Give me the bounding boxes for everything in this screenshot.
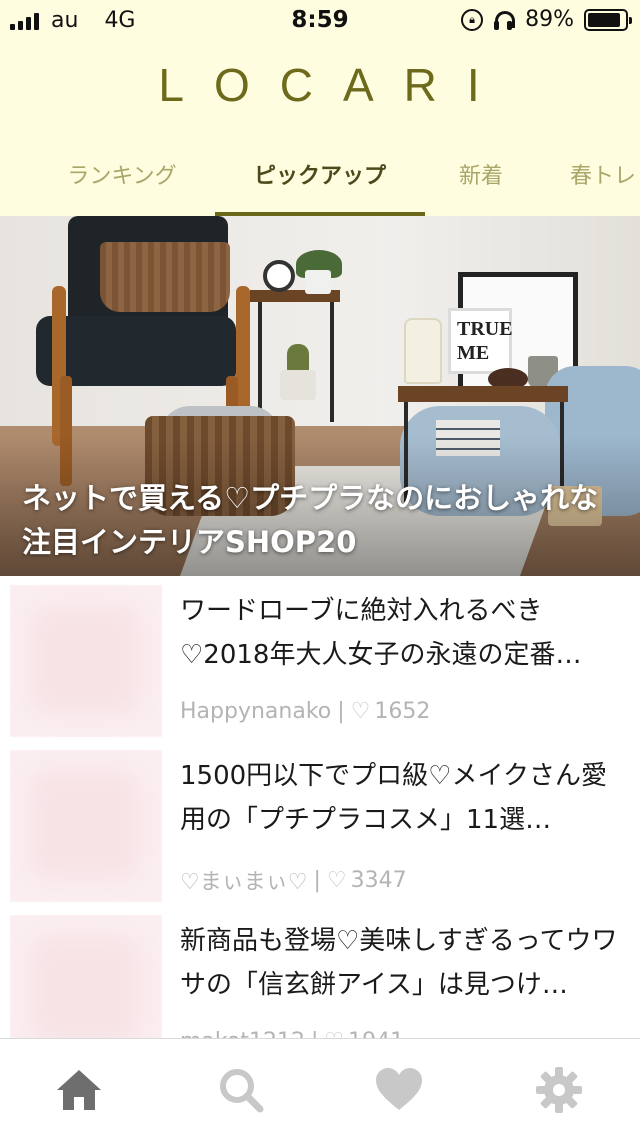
search-tab-button[interactable] <box>216 1065 266 1115</box>
settings-tab-button[interactable] <box>534 1065 584 1115</box>
article-thumbnail <box>10 585 162 737</box>
featured-article[interactable]: TRUE ME ネットで買える♡プチプラなのにおしゃれな注目インテリアSHOP2… <box>0 216 640 576</box>
app-header: au 4G 8:59 🔒︎ 89% LOCARI ランキング ピックアップ 新着… <box>0 0 640 216</box>
like-heart-icon: ♡ <box>326 867 347 893</box>
like-heart-icon: ♡ <box>350 699 371 724</box>
article-author: ♡まぃまぃ♡ <box>180 870 308 895</box>
article-like-count: 1652 <box>374 699 431 724</box>
tab-pickup[interactable]: ピックアップ <box>215 152 425 216</box>
article-thumbnail <box>10 750 162 902</box>
article-title: 1500円以下でプロ級♡メイクさん愛用の「プチプラコスメ」11選… <box>180 761 607 835</box>
home-icon <box>57 1070 101 1110</box>
favorites-tab-button[interactable] <box>374 1065 424 1115</box>
app-logo: LOCARI <box>158 59 510 111</box>
battery-percent: 89% <box>525 7 574 32</box>
gear-icon <box>536 1067 582 1113</box>
article-meta: Happynanako | ♡ 1652 <box>180 699 430 724</box>
status-bar: au 4G 8:59 🔒︎ 89% <box>0 0 640 40</box>
search-icon <box>220 1069 264 1113</box>
rotation-lock-icon: 🔒︎ <box>461 8 484 31</box>
article-author: Happynanako <box>180 699 332 724</box>
tab-spring-trend[interactable]: 春トレ <box>570 152 640 216</box>
article-title: 新商品も登場♡美味しすぎるってウワサの「信玄餅アイス」は見つけ… <box>180 926 618 1000</box>
article-meta: ♡まぃまぃ♡ | ♡ 3347 <box>180 864 407 896</box>
bottom-tab-bar <box>0 1038 640 1136</box>
article-like-count: 3347 <box>350 867 407 893</box>
frame-print: TRUE ME <box>448 308 513 374</box>
home-tab-button[interactable] <box>54 1065 104 1115</box>
headphones-icon <box>493 10 516 30</box>
article-list-item[interactable]: ワードローブに絶対入れるべき♡2018年大人女子の永遠の定番… Happynan… <box>0 577 640 742</box>
article-title: ワードローブに絶対入れるべき♡2018年大人女子の永遠の定番… <box>180 596 582 670</box>
tab-new[interactable]: 新着 <box>455 152 507 216</box>
featured-article-title: ネットで買える♡プチプラなのにおしゃれな注目インテリアSHOP20 <box>22 481 599 559</box>
category-tabs: ランキング ピックアップ 新着 春トレ <box>0 152 640 216</box>
battery-icon <box>584 8 632 31</box>
heart-icon <box>376 1068 422 1110</box>
article-list-item[interactable]: 1500円以下でプロ級♡メイクさん愛用の「プチプラコスメ」11選… ♡まぃまぃ♡… <box>0 742 640 907</box>
meta-separator: | <box>337 699 345 724</box>
tab-ranking[interactable]: ランキング <box>62 152 182 216</box>
meta-separator: | <box>313 867 321 893</box>
status-right: 🔒︎ 89% <box>461 7 632 32</box>
